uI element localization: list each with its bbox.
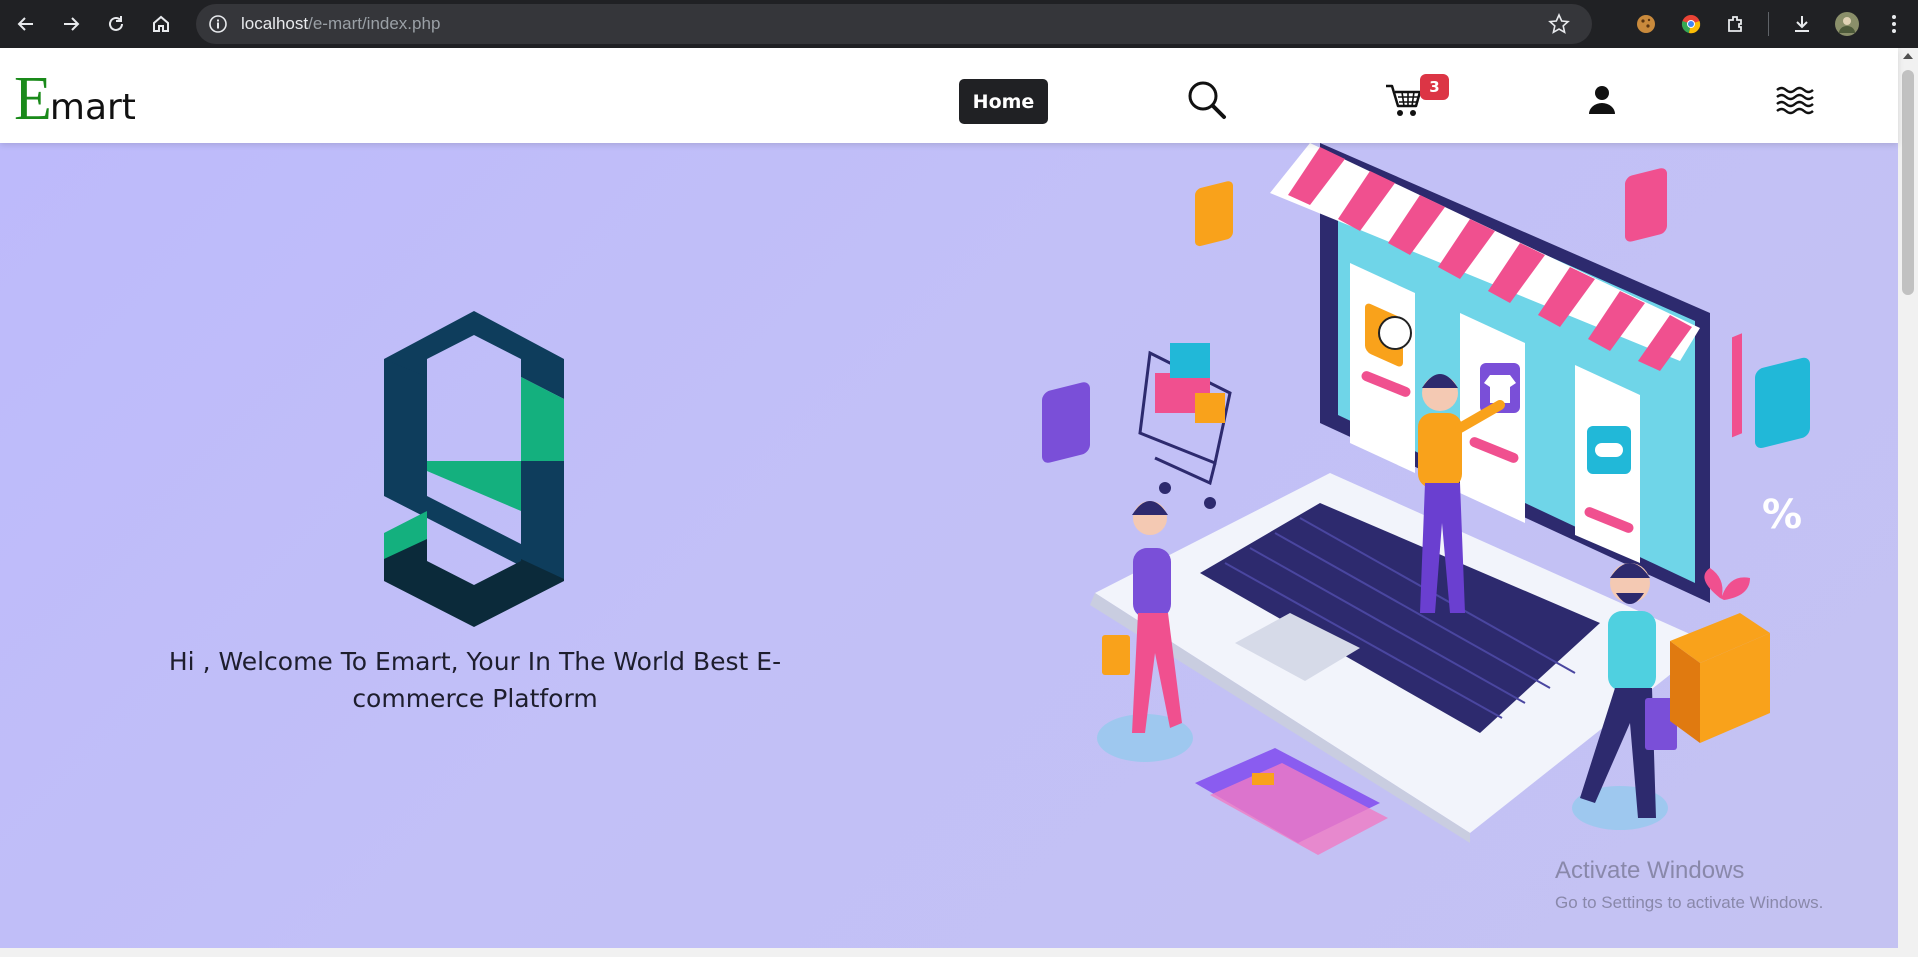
reload-icon[interactable] (100, 8, 132, 40)
vertical-scrollbar[interactable] (1898, 48, 1918, 957)
logo-text: mart (49, 87, 136, 128)
browser-toolbar: localhost/e-mart/index.php (0, 0, 1918, 48)
address-bar[interactable]: localhost/e-mart/index.php (196, 4, 1592, 44)
menu-waves-icon[interactable] (1771, 76, 1819, 124)
hero-section: Hi , Welcome To Emart, Your In The World… (0, 143, 1898, 948)
url-path: /e-mart/index.php (308, 14, 441, 33)
ecommerce-illustration: % (1020, 143, 1840, 908)
toolbar-separator (1768, 12, 1769, 36)
site-header: E mart Home 3 (0, 48, 1898, 143)
search-icon[interactable] (1183, 76, 1231, 124)
url-text: localhost/e-mart/index.php (241, 14, 440, 34)
scroll-up-arrow-icon[interactable] (1903, 53, 1913, 59)
watermark-title: Activate Windows (1555, 857, 1745, 884)
page-bottom-strip (0, 948, 1898, 957)
site-info-icon[interactable] (208, 14, 228, 34)
chrome-extension-icon[interactable] (1675, 8, 1707, 40)
cookie-extension-icon[interactable] (1630, 8, 1662, 40)
bookmark-star-icon[interactable] (1548, 13, 1570, 35)
url-host: localhost (241, 14, 309, 33)
profile-avatar[interactable] (1831, 8, 1863, 40)
download-icon[interactable] (1786, 8, 1818, 40)
welcome-message: Hi , Welcome To Emart, Your In The World… (168, 647, 782, 713)
windows-activation-watermark: Activate Windows Go to Settings to activ… (1555, 857, 1823, 913)
cart-count-badge: 3 (1420, 74, 1449, 100)
emart-logo[interactable]: E mart (14, 68, 136, 130)
watermark-subtitle: Go to Settings to activate Windows. (1555, 893, 1824, 912)
home-icon[interactable] (145, 8, 177, 40)
menu-kebab-icon[interactable] (1878, 8, 1910, 40)
svg-text:%: % (1762, 492, 1802, 538)
extensions-puzzle-icon[interactable] (1720, 8, 1752, 40)
back-icon[interactable] (10, 8, 42, 40)
user-icon[interactable] (1578, 76, 1626, 124)
logo-initial: E (14, 65, 52, 133)
emart-brand-mark (375, 311, 573, 632)
home-nav-button[interactable]: Home (959, 79, 1048, 124)
scroll-thumb[interactable] (1902, 70, 1914, 295)
forward-icon[interactable] (55, 8, 87, 40)
